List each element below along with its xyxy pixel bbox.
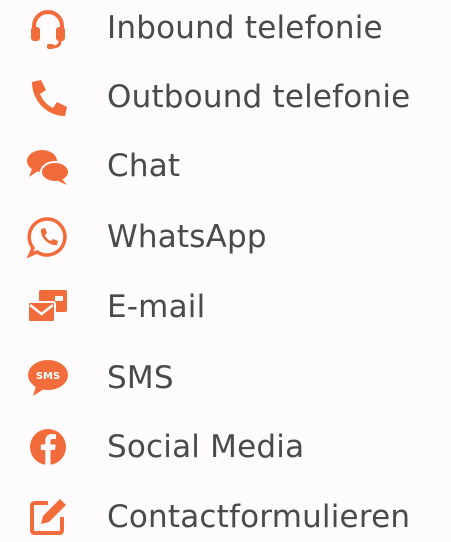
whatsapp-icon	[24, 213, 72, 261]
headset-icon	[24, 4, 72, 52]
channel-label-contactformulieren: Contactformulieren	[107, 498, 411, 535]
channel-label-social-media: Social Media	[107, 428, 305, 465]
channel-item-social-media: Social Media	[0, 422, 451, 472]
chat-bubbles-icon	[24, 142, 72, 190]
channel-item-outbound-telefonie: Outbound telefonie	[0, 72, 451, 122]
channel-item-chat: Chat	[0, 141, 451, 191]
channel-label-whatsapp: WhatsApp	[107, 218, 267, 255]
edit-form-icon	[24, 493, 72, 541]
sms-bubble-icon: SMS	[24, 354, 72, 402]
channel-label-chat: Chat	[107, 147, 181, 184]
channel-label-sms: SMS	[107, 359, 174, 396]
channel-label-inbound-telefonie: Inbound telefonie	[107, 9, 383, 46]
channel-item-e-mail: E-mail	[0, 282, 451, 332]
channel-item-contactformulieren: Contactformulieren	[0, 492, 451, 542]
channel-label-outbound-telefonie: Outbound telefonie	[107, 78, 411, 115]
channel-label-e-mail: E-mail	[107, 288, 206, 325]
facebook-icon	[24, 423, 72, 471]
channel-item-inbound-telefonie: Inbound telefonie	[0, 3, 451, 53]
channel-item-whatsapp: WhatsApp	[0, 212, 451, 262]
mail-icon	[24, 283, 72, 331]
channel-item-sms: SMS SMS	[0, 353, 451, 403]
phone-icon	[24, 73, 72, 121]
sms-icon-text: SMS	[36, 371, 60, 382]
